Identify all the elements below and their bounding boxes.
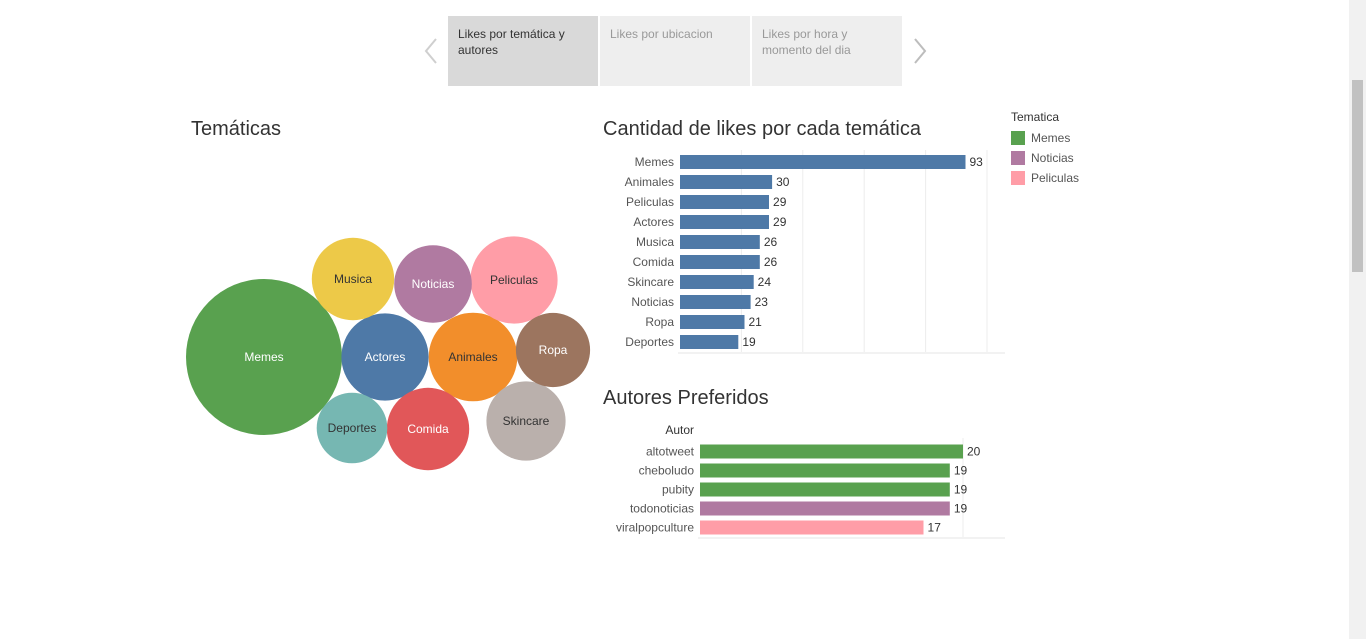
- value-label: 24: [758, 275, 772, 289]
- bar-pubity[interactable]: [700, 482, 950, 497]
- value-label: 26: [764, 235, 778, 249]
- bubble-label-memes: Memes: [244, 350, 283, 364]
- value-label: 19: [954, 464, 968, 478]
- category-label: Peliculas: [626, 195, 674, 209]
- legend-swatch: [1011, 131, 1025, 145]
- legend-label: Noticias: [1031, 151, 1074, 165]
- category-label: Skincare: [627, 275, 674, 289]
- legend-label: Memes: [1031, 131, 1071, 145]
- bar-cheboludo[interactable]: [700, 463, 950, 478]
- bubble-label-animales: Animales: [448, 350, 497, 364]
- authors-bar-chart: altotweet 20 cheboludo 19 pubity 19 todonotici…: [616, 423, 1005, 539]
- category-label: Musica: [636, 235, 674, 249]
- category-label: Actores: [633, 215, 674, 229]
- category-label: Comida: [633, 255, 675, 269]
- category-label: Ropa: [645, 315, 674, 329]
- bar-memes[interactable]: [680, 155, 966, 169]
- bubble-label-skincare: Skincare: [503, 414, 550, 428]
- bar-todonoticias[interactable]: [700, 501, 950, 516]
- bar-ropa[interactable]: [680, 315, 745, 329]
- category-label: Noticias: [631, 295, 674, 309]
- column-header: Autor: [665, 423, 694, 437]
- scrollbar[interactable]: [1349, 0, 1366, 639]
- value-label: 30: [776, 175, 790, 189]
- category-label: Memes: [635, 155, 674, 169]
- category-label: cheboludo: [639, 464, 695, 478]
- legend-title: Tematica: [1011, 110, 1060, 124]
- value-label: 20: [967, 445, 981, 459]
- category-label: todonoticias: [630, 502, 694, 516]
- legend-label: Peliculas: [1031, 171, 1080, 185]
- value-label: 29: [773, 195, 787, 209]
- bubble-label-musica: Musica: [334, 272, 372, 286]
- bar-viralpopculture[interactable]: [700, 520, 924, 535]
- tab-likes-ubicacion[interactable]: Likes por ubicacion: [600, 16, 750, 86]
- legend-swatch: [1011, 151, 1025, 165]
- bubble-label-deportes: Deportes: [328, 421, 377, 435]
- value-label: 19: [742, 335, 756, 349]
- value-label: 93: [970, 155, 984, 169]
- value-label: 26: [764, 255, 778, 269]
- value-label: 29: [773, 215, 787, 229]
- bubble-label-ropa: Ropa: [539, 343, 568, 357]
- scrollbar-thumb[interactable]: [1352, 80, 1363, 272]
- legend: Tematica Memes Noticias Peliculas: [1011, 110, 1079, 188]
- bar-animales[interactable]: [680, 175, 773, 189]
- bar-musica[interactable]: [680, 235, 760, 249]
- legend-swatch: [1011, 171, 1025, 185]
- category-label: Animales: [625, 175, 674, 189]
- bubble-chart: Memes Animales Peliculas Actores Musica Comid…: [186, 236, 591, 471]
- authors-chart-title: Autores Preferidos: [603, 387, 769, 409]
- likes-bar-chart: Memes 93 Animales 30 Peliculas 29 Actores 29 Mus…: [625, 150, 1005, 354]
- legend-item-peliculas[interactable]: Peliculas: [1011, 168, 1079, 188]
- value-label: 19: [954, 502, 968, 516]
- category-label: altotweet: [646, 445, 695, 459]
- tab-likes-hora[interactable]: Likes por hora y momento del dia: [752, 16, 902, 86]
- bar-actores[interactable]: [680, 215, 769, 229]
- value-label: 23: [755, 295, 769, 309]
- legend-item-noticias[interactable]: Noticias: [1011, 148, 1079, 168]
- value-label: 19: [954, 483, 968, 497]
- bubble-label-peliculas: Peliculas: [490, 273, 538, 287]
- likes-chart-title: Cantidad de likes por cada temática: [603, 118, 921, 140]
- legend-item-memes[interactable]: Memes: [1011, 128, 1079, 148]
- category-label: viralpopculture: [616, 521, 694, 535]
- bubble-label-comida: Comida: [407, 422, 449, 436]
- bar-comida[interactable]: [680, 255, 760, 269]
- next-arrow-icon[interactable]: [910, 36, 930, 66]
- value-label: 21: [748, 315, 762, 329]
- category-label: Deportes: [625, 335, 674, 349]
- bar-altotweet[interactable]: [700, 444, 963, 459]
- category-label: pubity: [662, 483, 694, 497]
- bar-noticias[interactable]: [680, 295, 751, 309]
- bubble-label-actores: Actores: [365, 350, 406, 364]
- bar-skincare[interactable]: [680, 275, 754, 289]
- bar-peliculas[interactable]: [680, 195, 769, 209]
- bar-deportes[interactable]: [680, 335, 739, 349]
- value-label: 17: [928, 521, 942, 535]
- bubble-label-noticias: Noticias: [412, 277, 455, 291]
